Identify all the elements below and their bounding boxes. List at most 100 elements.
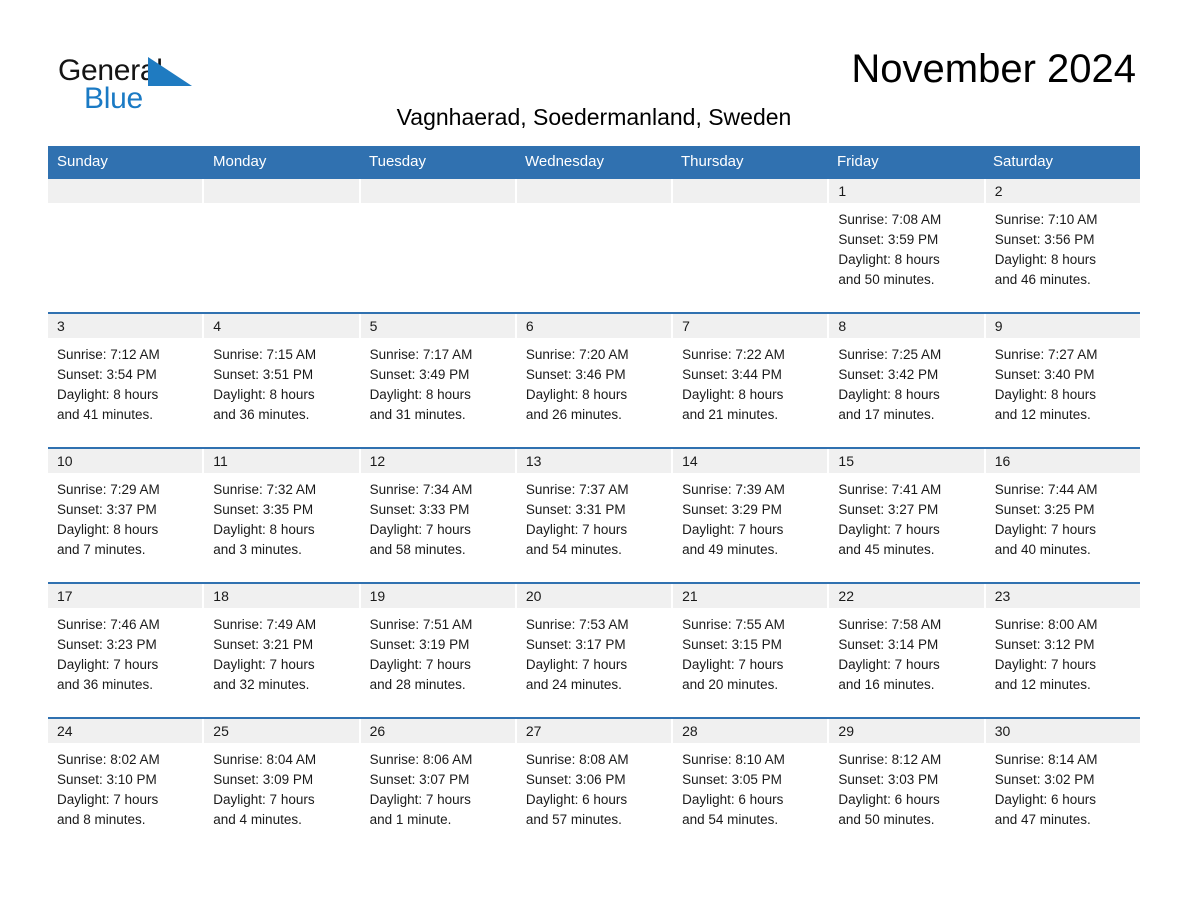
day-number: 30 (985, 719, 1140, 743)
day-cell[interactable]: 7 Sunrise: 7:22 AM Sunset: 3:44 PM Dayli… (673, 314, 830, 447)
day-details: Sunrise: 7:44 AM Sunset: 3:25 PM Dayligh… (986, 473, 1140, 560)
weekday-header-wednesday: Wednesday (525, 153, 604, 170)
day-cell[interactable]: 8 Sunrise: 7:25 AM Sunset: 3:42 PM Dayli… (829, 314, 986, 447)
sunrise-text: Sunrise: 8:08 AM (525, 752, 629, 767)
day-cell[interactable]: 11 Sunrise: 7:32 AM Sunset: 3:35 PM Dayl… (204, 449, 361, 582)
day-cell[interactable]: 24 Sunrise: 8:02 AM Sunset: 3:10 PM Dayl… (48, 719, 205, 839)
day-details (517, 203, 671, 210)
sunset-text: Sunset: 3:06 PM (525, 772, 626, 787)
day-number: 11 (204, 449, 359, 473)
daylight-text-line2: and 7 minutes. (57, 542, 146, 557)
daylight-text-line2: and 20 minutes. (682, 677, 779, 692)
sunset-text: Sunset: 3:05 PM (682, 772, 782, 787)
day-number: 18 (204, 584, 359, 608)
daylight-text-line2: and 1 minute. (369, 812, 452, 827)
sunrise-text: Sunrise: 7:49 AM (213, 617, 317, 632)
day-cell[interactable]: 4 Sunrise: 7:15 AM Sunset: 3:51 PM Dayli… (204, 314, 361, 447)
day-details: Sunrise: 7:55 AM Sunset: 3:15 PM Dayligh… (673, 608, 827, 695)
daylight-text-line1: Daylight: 7 hours (369, 522, 471, 537)
daylight-text-line1: Daylight: 8 hours (525, 387, 628, 402)
day-cell[interactable] (48, 179, 205, 312)
day-cell[interactable]: 16 Sunrise: 7:44 AM Sunset: 3:25 PM Dayl… (985, 449, 1140, 582)
day-number (360, 179, 515, 203)
sunset-text: Sunset: 3:31 PM (525, 502, 626, 517)
daylight-text-line2: and 40 minutes. (994, 542, 1091, 557)
day-cell[interactable] (516, 179, 674, 312)
day-cell[interactable]: 6 Sunrise: 7:20 AM Sunset: 3:46 PM Dayli… (516, 314, 674, 447)
daylight-text-line1: Daylight: 8 hours (57, 522, 159, 537)
day-cell[interactable]: 19 Sunrise: 7:51 AM Sunset: 3:19 PM Dayl… (360, 584, 517, 717)
daylight-text-line2: and 26 minutes. (525, 407, 622, 422)
day-cell[interactable]: 2 Sunrise: 7:10 AM Sunset: 3:56 PM Dayli… (985, 179, 1140, 312)
day-details: Sunrise: 7:32 AM Sunset: 3:35 PM Dayligh… (204, 473, 358, 560)
day-number: 1 (829, 179, 984, 203)
sunrise-text: Sunrise: 7:08 AM (838, 212, 942, 227)
day-number: 22 (829, 584, 984, 608)
week-row: 24 Sunrise: 8:02 AM Sunset: 3:10 PM Dayl… (48, 717, 1140, 839)
daylight-text-line1: Daylight: 7 hours (838, 522, 940, 537)
sunset-text: Sunset: 3:33 PM (369, 502, 470, 517)
sunrise-text: Sunrise: 7:25 AM (838, 347, 942, 362)
day-details: Sunrise: 7:20 AM Sunset: 3:46 PM Dayligh… (517, 338, 671, 425)
day-details: Sunrise: 8:08 AM Sunset: 3:06 PM Dayligh… (517, 743, 671, 830)
daylight-text-line1: Daylight: 7 hours (525, 657, 628, 672)
day-cell[interactable]: 28 Sunrise: 8:10 AM Sunset: 3:05 PM Dayl… (673, 719, 830, 839)
day-cell[interactable]: 23 Sunrise: 8:00 AM Sunset: 3:12 PM Dayl… (985, 584, 1140, 717)
day-number (204, 179, 359, 203)
day-cell[interactable] (204, 179, 361, 312)
day-cell[interactable]: 15 Sunrise: 7:41 AM Sunset: 3:27 PM Dayl… (829, 449, 986, 582)
day-cell[interactable]: 29 Sunrise: 8:12 AM Sunset: 3:03 PM Dayl… (829, 719, 986, 839)
day-details: Sunrise: 7:46 AM Sunset: 3:23 PM Dayligh… (48, 608, 202, 695)
day-cell[interactable]: 25 Sunrise: 8:04 AM Sunset: 3:09 PM Dayl… (204, 719, 361, 839)
location-block: Vagnhaerad, Soedermanland, Sweden (48, 102, 1140, 132)
sunrise-text: Sunrise: 7:29 AM (57, 482, 160, 497)
sunrise-text: Sunrise: 7:22 AM (682, 347, 785, 362)
day-cell[interactable]: 1 Sunrise: 7:08 AM Sunset: 3:59 PM Dayli… (829, 179, 986, 312)
day-details: Sunrise: 7:49 AM Sunset: 3:21 PM Dayligh… (204, 608, 358, 695)
day-cell[interactable]: 3 Sunrise: 7:12 AM Sunset: 3:54 PM Dayli… (48, 314, 205, 447)
sunrise-text: Sunrise: 7:10 AM (994, 212, 1098, 227)
day-cell[interactable]: 13 Sunrise: 7:37 AM Sunset: 3:31 PM Dayl… (516, 449, 674, 582)
sunset-text: Sunset: 3:42 PM (838, 367, 939, 382)
sunset-text: Sunset: 3:07 PM (369, 772, 470, 787)
day-cell[interactable]: 9 Sunrise: 7:27 AM Sunset: 3:40 PM Dayli… (985, 314, 1140, 447)
day-cell[interactable]: 18 Sunrise: 7:49 AM Sunset: 3:21 PM Dayl… (204, 584, 361, 717)
daylight-text-line2: and 50 minutes. (838, 812, 935, 827)
day-cell[interactable]: 17 Sunrise: 7:46 AM Sunset: 3:23 PM Dayl… (48, 584, 205, 717)
day-cell[interactable]: 26 Sunrise: 8:06 AM Sunset: 3:07 PM Dayl… (360, 719, 517, 839)
day-cell[interactable]: 27 Sunrise: 8:08 AM Sunset: 3:06 PM Dayl… (516, 719, 674, 839)
day-cell[interactable]: 5 Sunrise: 7:17 AM Sunset: 3:49 PM Dayli… (360, 314, 517, 447)
day-details (361, 203, 515, 210)
daylight-text-line2: and 54 minutes. (682, 812, 779, 827)
day-details: Sunrise: 7:39 AM Sunset: 3:29 PM Dayligh… (673, 473, 827, 560)
day-details: Sunrise: 7:22 AM Sunset: 3:44 PM Dayligh… (673, 338, 827, 425)
day-cell[interactable]: 12 Sunrise: 7:34 AM Sunset: 3:33 PM Dayl… (360, 449, 517, 582)
day-number: 15 (829, 449, 984, 473)
day-cell[interactable]: 30 Sunrise: 8:14 AM Sunset: 3:02 PM Dayl… (985, 719, 1140, 839)
daylight-text-line2: and 47 minutes. (994, 812, 1091, 827)
day-cell[interactable]: 22 Sunrise: 7:58 AM Sunset: 3:14 PM Dayl… (829, 584, 986, 717)
day-cell[interactable]: 10 Sunrise: 7:29 AM Sunset: 3:37 PM Dayl… (48, 449, 205, 582)
sunset-text: Sunset: 3:14 PM (838, 637, 939, 652)
day-cell[interactable]: 21 Sunrise: 7:55 AM Sunset: 3:15 PM Dayl… (673, 584, 830, 717)
day-details: Sunrise: 8:00 AM Sunset: 3:12 PM Dayligh… (986, 608, 1140, 695)
day-cell[interactable] (360, 179, 517, 312)
daylight-text-line1: Daylight: 7 hours (525, 522, 628, 537)
daylight-text-line1: Daylight: 7 hours (994, 522, 1096, 537)
day-details: Sunrise: 7:25 AM Sunset: 3:42 PM Dayligh… (829, 338, 983, 425)
day-cell[interactable]: 14 Sunrise: 7:39 AM Sunset: 3:29 PM Dayl… (673, 449, 830, 582)
day-details: Sunrise: 8:04 AM Sunset: 3:09 PM Dayligh… (204, 743, 358, 830)
sunset-text: Sunset: 3:17 PM (525, 637, 626, 652)
week-row: 1 Sunrise: 7:08 AM Sunset: 3:59 PM Dayli… (48, 179, 1140, 312)
day-cell[interactable]: 20 Sunrise: 7:53 AM Sunset: 3:17 PM Dayl… (516, 584, 674, 717)
daylight-text-line1: Daylight: 6 hours (525, 792, 628, 807)
daylight-text-line1: Daylight: 7 hours (682, 522, 784, 537)
day-number: 27 (516, 719, 672, 743)
daylight-text-line2: and 58 minutes. (369, 542, 466, 557)
day-number: 2 (985, 179, 1140, 203)
sunset-text: Sunset: 3:27 PM (838, 502, 939, 517)
sunset-text: Sunset: 3:12 PM (994, 637, 1095, 652)
sunset-text: Sunset: 3:03 PM (838, 772, 939, 787)
general-blue-logo[interactable]: General Blue (48, 46, 198, 116)
day-cell[interactable] (673, 179, 830, 312)
